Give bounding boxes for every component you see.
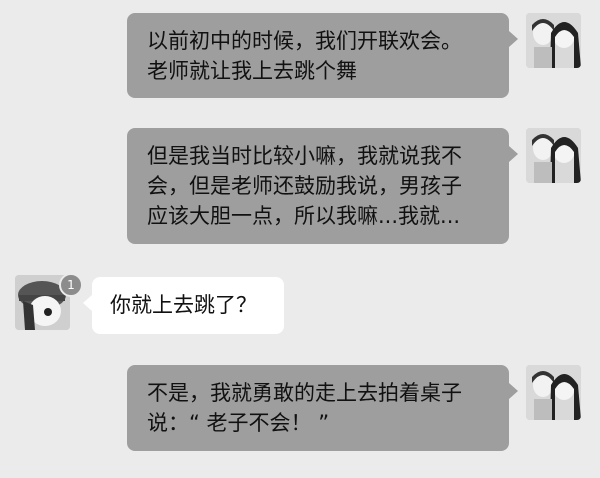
message-text-line: 说：“ 老子不会！ ” xyxy=(147,411,330,435)
message-text-line: 但是我当时比较小嘛，我就说我不 xyxy=(147,144,462,168)
couple-photo-icon xyxy=(526,128,581,183)
my-avatar[interactable] xyxy=(526,13,581,68)
my-avatar[interactable] xyxy=(526,365,581,420)
message-text-line: 你就上去跳了？ xyxy=(110,293,257,317)
contact-avatar[interactable]: 1 xyxy=(15,273,83,330)
outgoing-message-bubble[interactable]: 不是，我就勇敢的走上去拍着桌子 说：“ 老子不会！ ” xyxy=(127,365,518,451)
my-avatar[interactable] xyxy=(526,128,581,183)
outgoing-message-bubble[interactable]: 以前初中的时候，我们开联欢会。 老师就让我上去跳个舞 xyxy=(127,13,518,98)
message-text-line: 老师就让我上去跳个舞 xyxy=(147,59,357,83)
incoming-message-bubble[interactable]: 你就上去跳了？ xyxy=(83,277,284,334)
unread-count-badge: 1 xyxy=(59,273,83,297)
couple-photo-icon xyxy=(526,365,581,420)
message-text-line: 不是，我就勇敢的走上去拍着桌子 xyxy=(147,381,462,405)
message-text-line: 会，但是老师还鼓励我说，男孩子 xyxy=(147,174,462,198)
message-text-line: 以前初中的时候，我们开联欢会。 xyxy=(147,29,462,53)
outgoing-message-bubble[interactable]: 但是我当时比较小嘛，我就说我不 会，但是老师还鼓励我说，男孩子 应该大胆一点，所… xyxy=(127,128,518,244)
couple-photo-icon xyxy=(526,13,581,68)
message-text-line: 应该大胆一点，所以我嘛...我就... xyxy=(147,204,461,228)
